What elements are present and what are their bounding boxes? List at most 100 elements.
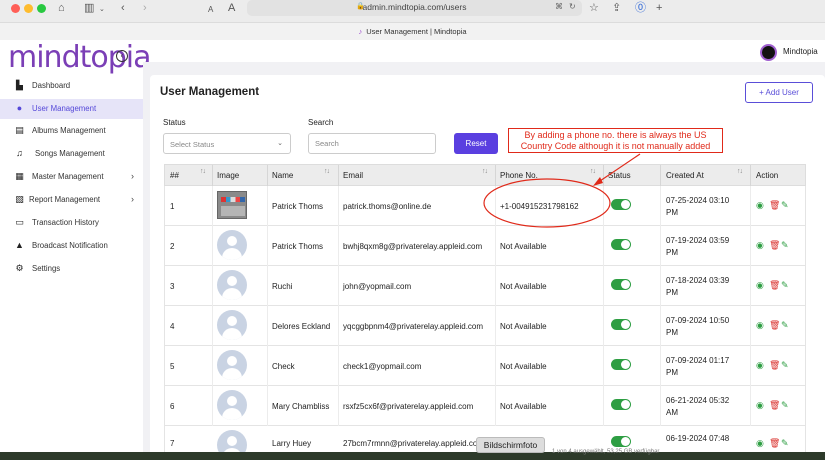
edit-icon[interactable]: ✎ [781, 400, 789, 410]
view-icon[interactable]: ◉ [756, 240, 764, 250]
extension-icon[interactable]: ⓪ [635, 1, 646, 15]
status-toggle[interactable] [611, 279, 631, 290]
sidebar-item-transactions[interactable]: ▭ Transaction History [0, 213, 143, 233]
edit-icon[interactable]: ✎ [781, 280, 789, 290]
delete-icon[interactable]: 🗑 [769, 438, 780, 448]
created-date: 07-25-2024 03:10 [666, 196, 730, 205]
music-icon: ♫ [16, 148, 23, 158]
view-icon[interactable]: ◉ [756, 400, 764, 410]
row-number: 5 [170, 362, 175, 371]
status-toggle[interactable] [611, 239, 631, 250]
chevron-down-icon: ⌄ [277, 140, 283, 147]
sort-icon[interactable]: ↑↓ [482, 168, 488, 175]
user-email: bwhj8qxm8g@privaterelay.appleid.com [343, 242, 483, 251]
back-icon[interactable]: ‹ [121, 1, 125, 15]
annotation-callout: By adding a phone no. there is always th… [508, 128, 723, 153]
column-header-name[interactable]: Name [272, 171, 293, 180]
user-phone: Not Available [500, 362, 547, 371]
edit-icon[interactable]: ✎ [781, 360, 789, 370]
sidebar-item-settings[interactable]: ⚙ Settings [0, 259, 143, 279]
user-phone: Not Available [500, 322, 547, 331]
sidebar-item-albums[interactable]: ▤ Albums Management [0, 121, 143, 141]
edit-icon[interactable]: ✎ [781, 240, 789, 250]
status-toggle[interactable] [611, 199, 631, 210]
chevron-down-icon[interactable]: ⌄ [99, 3, 105, 17]
view-icon[interactable]: ◉ [756, 280, 764, 290]
status-select[interactable]: Select Status ⌄ [163, 133, 291, 154]
status-toggle[interactable] [611, 319, 631, 330]
sidebar-item-label: Broadcast Notification [32, 241, 108, 250]
text-size-large-button[interactable]: A [228, 1, 235, 15]
user-photo [217, 191, 247, 219]
status-toggle[interactable] [611, 399, 631, 410]
user-email: rsxfz5cx6f@privaterelay.appleid.com [343, 402, 474, 411]
sidebar-item-user-management[interactable]: ● User Management [0, 99, 143, 119]
created-date: 07-09-2024 01:17 [666, 356, 730, 365]
search-input[interactable] [308, 133, 436, 154]
share-icon[interactable]: ⇪ [612, 1, 621, 15]
logo: mindtopia [8, 40, 151, 75]
view-icon[interactable]: ◉ [756, 438, 764, 448]
view-icon[interactable]: ◉ [756, 320, 764, 330]
status-toggle[interactable] [611, 359, 631, 370]
active-tab[interactable]: ♪ User Management | Mindtopia [0, 27, 825, 36]
column-header-number[interactable]: ## [170, 171, 179, 180]
translate-icon[interactable]: ⌘ [555, 2, 563, 11]
sort-icon[interactable]: ↑↓ [590, 168, 596, 175]
user-email: john@yopmail.com [343, 282, 412, 291]
sidebar-item-report[interactable]: ▧ Report Management › [0, 190, 143, 210]
home-icon[interactable]: ⌂ [58, 1, 65, 15]
created-date: 07-19-2024 03:59 [666, 236, 730, 245]
column-header-created[interactable]: Created At [666, 171, 704, 180]
status-select-placeholder: Select Status [170, 140, 215, 149]
sidebar-item-broadcast[interactable]: ▲ Broadcast Notification [0, 236, 143, 256]
header-user-name[interactable]: Mindtopia [783, 47, 818, 56]
view-icon[interactable]: ◉ [756, 200, 764, 210]
delete-icon[interactable]: 🗑 [769, 400, 780, 410]
sidebar-item-master[interactable]: ▦ Master Management › [0, 167, 143, 187]
edit-icon[interactable]: ✎ [781, 200, 789, 210]
sidebar-item-label: Master Management [32, 172, 104, 181]
chevron-right-icon: › [131, 171, 134, 181]
add-user-button[interactable]: + Add User [745, 82, 813, 103]
status-toggle[interactable] [611, 436, 631, 447]
delete-icon[interactable]: 🗑 [769, 320, 780, 330]
view-icon[interactable]: ◉ [756, 360, 764, 370]
sidebar-item-dashboard[interactable]: ▙ Dashboard [0, 76, 143, 96]
text-size-small-button[interactable]: A [208, 3, 213, 17]
browser-chrome: ⌂ ▥ ⌄ ‹ › A A 🔒 admin.mindtopia.com/user… [0, 0, 825, 40]
delete-icon[interactable]: 🗑 [769, 240, 780, 250]
sort-icon[interactable]: ↑↓ [200, 168, 206, 175]
sort-icon[interactable]: ↑↓ [324, 168, 330, 175]
sidebar-toggle-icon[interactable]: ▥ [84, 1, 94, 15]
tab-bar: ♪ User Management | Mindtopia [0, 22, 825, 40]
new-tab-icon[interactable]: + [656, 1, 662, 15]
edit-icon[interactable]: ✎ [781, 320, 789, 330]
delete-icon[interactable]: 🗑 [769, 200, 780, 210]
reset-button[interactable]: Reset [454, 133, 498, 154]
bookmark-icon[interactable]: ☆ [589, 1, 599, 15]
chart-icon: ▙ [16, 80, 23, 90]
column-header-email[interactable]: Email [343, 171, 363, 180]
row-number: 2 [170, 242, 175, 251]
collapse-sidebar-icon[interactable]: ‹ [116, 50, 128, 62]
maximize-window-button[interactable] [37, 4, 46, 13]
sidebar-item-label: Albums Management [32, 126, 106, 135]
reload-icon[interactable]: ↻ [569, 2, 576, 11]
user-icon: ● [16, 103, 23, 113]
delete-icon[interactable]: 🗑 [769, 360, 780, 370]
column-header-phone[interactable]: Phone No. [500, 171, 538, 180]
forward-icon[interactable]: › [143, 1, 147, 15]
edit-icon[interactable]: ✎ [781, 438, 789, 448]
address-bar[interactable]: 🔒 admin.mindtopia.com/users ⌘ ↻ [247, 0, 582, 16]
grid-icon: ▦ [15, 171, 24, 181]
created-date: 06-19-2024 07:48 [666, 434, 730, 443]
created-ampm: AM [666, 408, 678, 417]
avatar[interactable] [760, 44, 777, 61]
minimize-window-button[interactable] [24, 4, 33, 13]
created-date: 06-21-2024 05:32 [666, 396, 730, 405]
close-window-button[interactable] [11, 4, 20, 13]
sort-icon[interactable]: ↑↓ [737, 168, 743, 175]
delete-icon[interactable]: 🗑 [769, 280, 780, 290]
sidebar-item-songs[interactable]: ♫ Songs Management [0, 144, 143, 164]
